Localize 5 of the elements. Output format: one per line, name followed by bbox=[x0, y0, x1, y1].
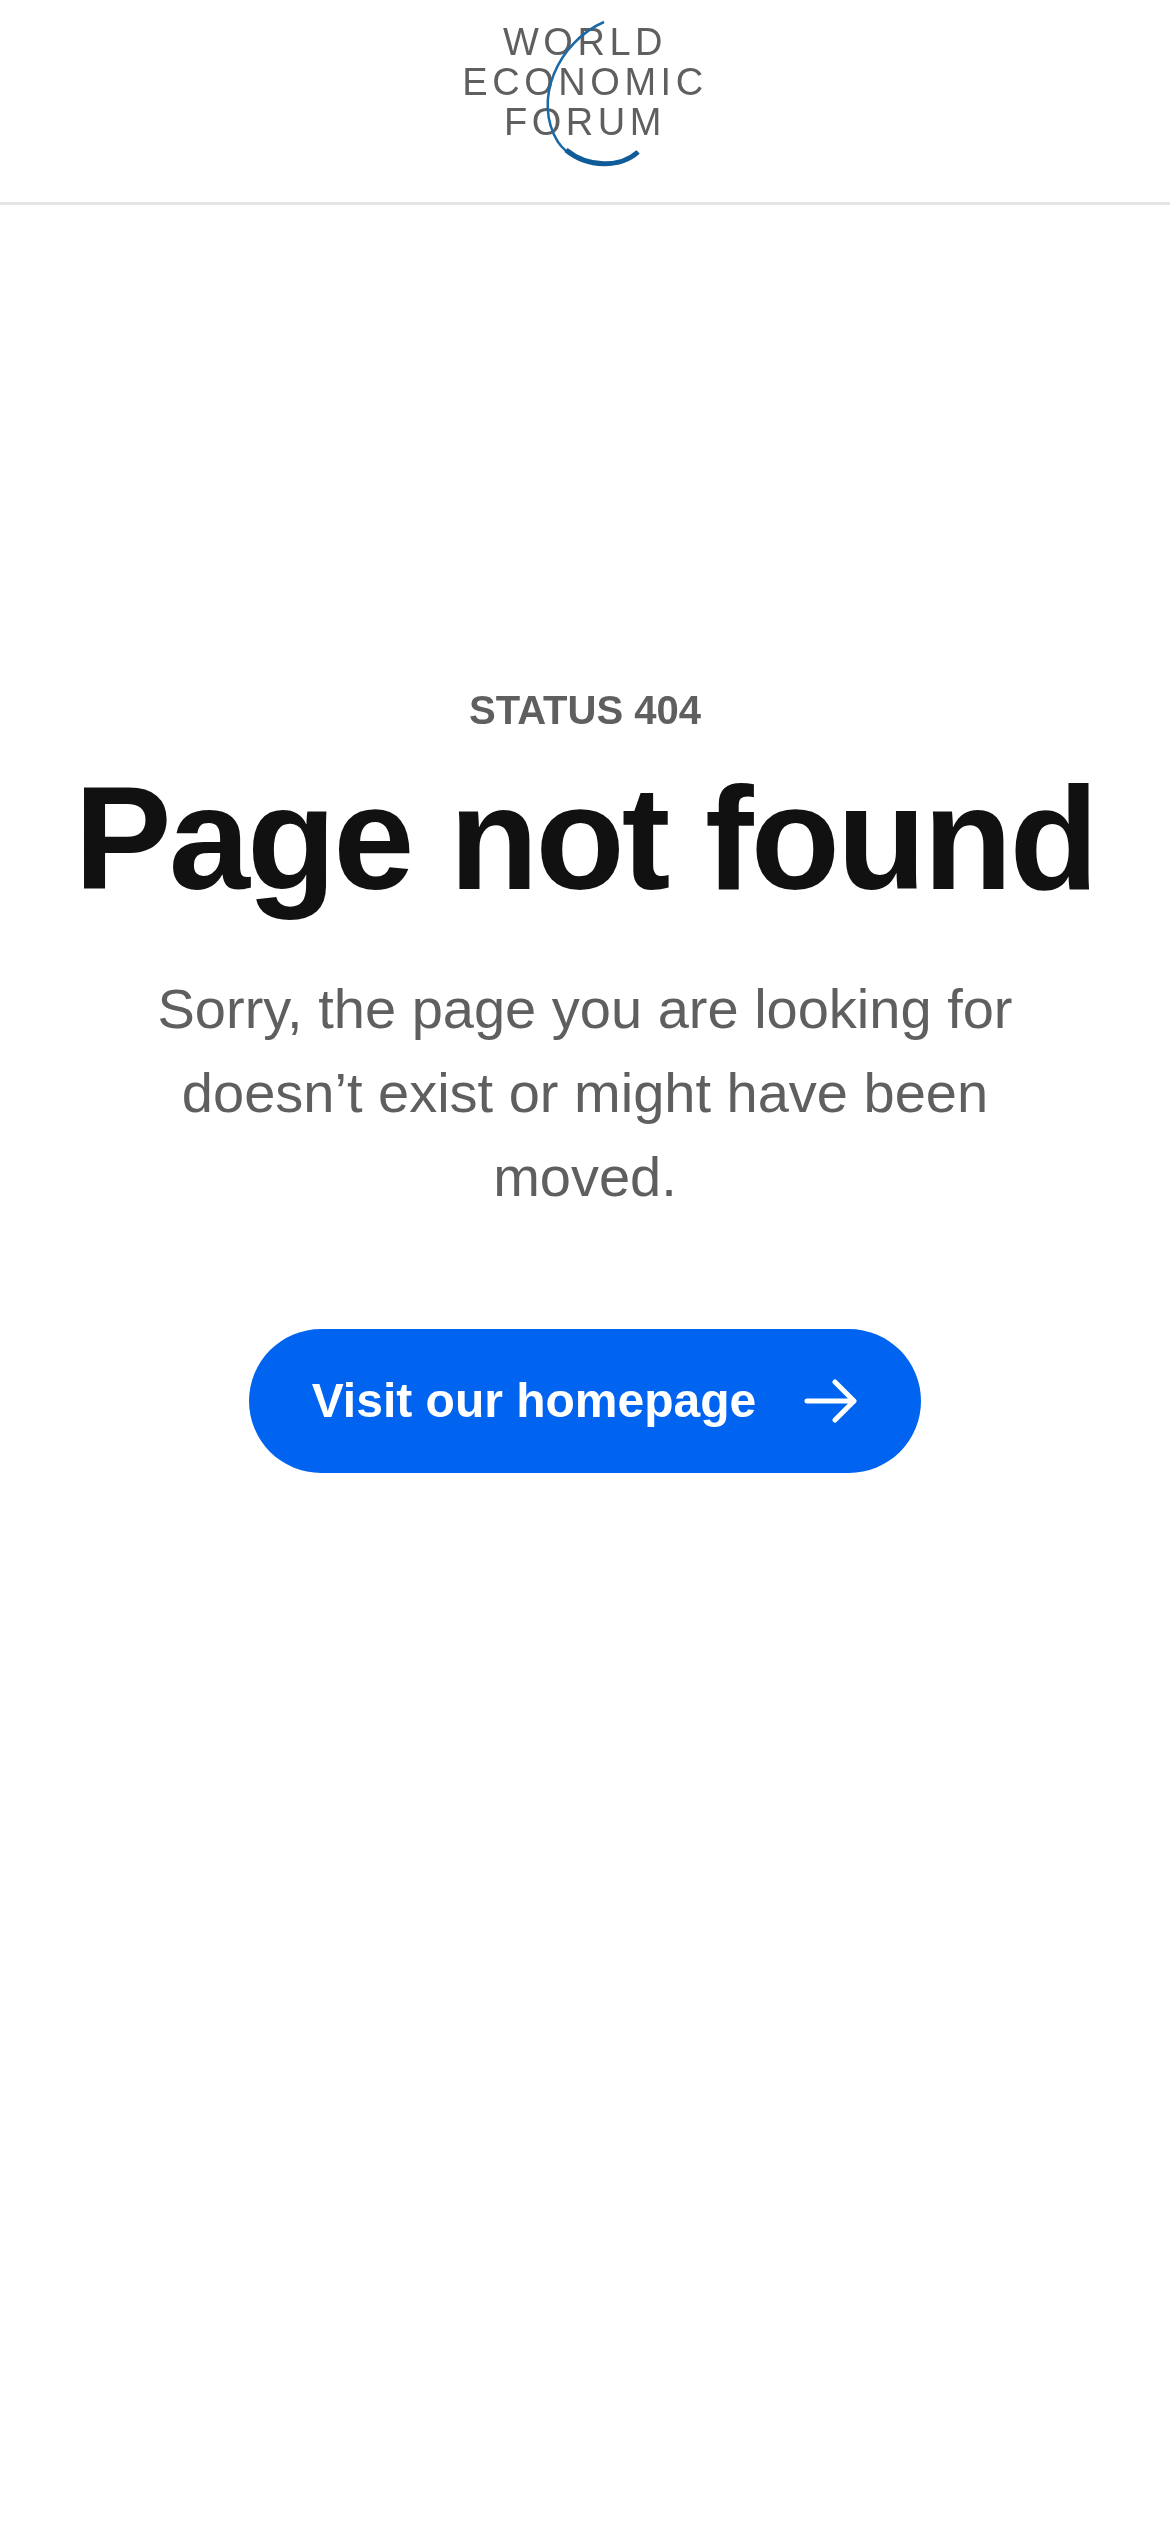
page-heading: Page not found bbox=[74, 759, 1096, 919]
homepage-button[interactable]: Visit our homepage bbox=[249, 1329, 921, 1473]
arrow-right-icon bbox=[804, 1379, 859, 1423]
status-code: STATUS 404 bbox=[469, 687, 701, 734]
error-message: Sorry, the page you are looking for doesn’t exist or might have been moved. bbox=[156, 976, 1014, 1210]
